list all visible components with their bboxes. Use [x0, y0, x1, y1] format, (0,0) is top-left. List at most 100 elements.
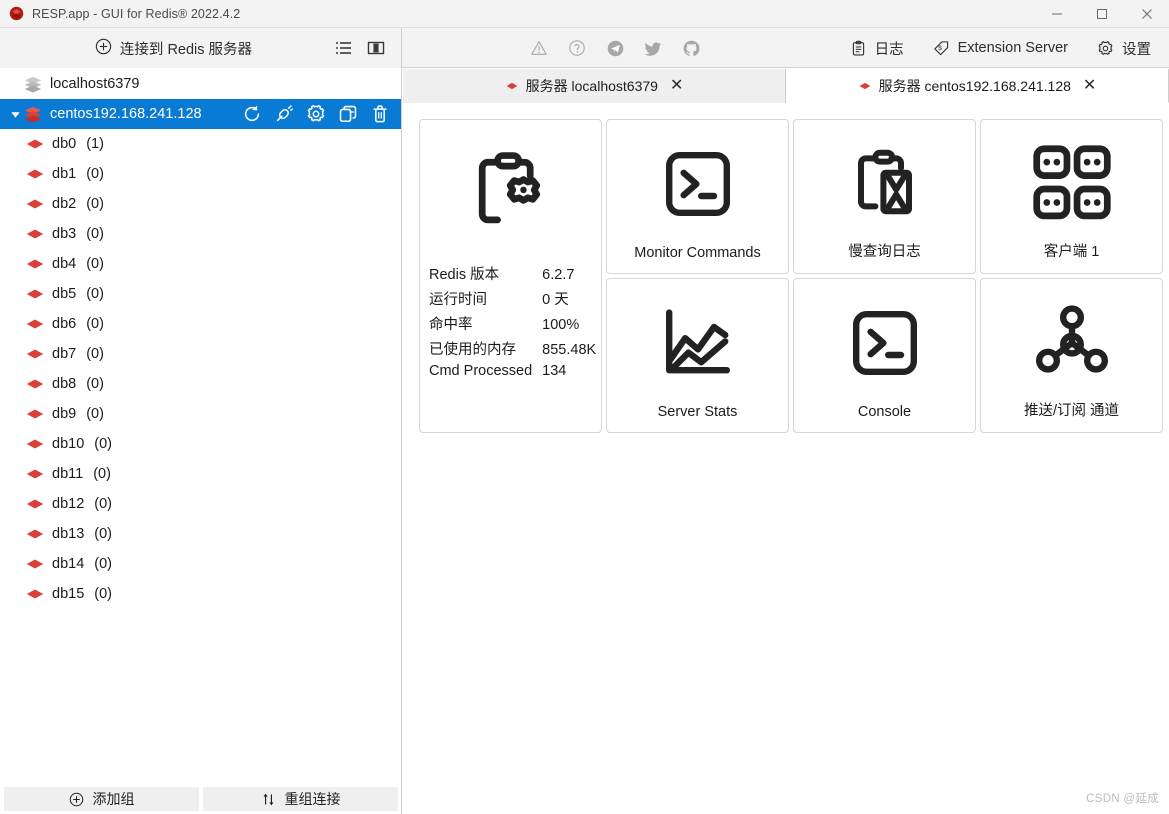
twitter-icon[interactable] — [643, 38, 663, 58]
card-monitor-commands[interactable]: Monitor Commands — [606, 119, 789, 274]
stack-red-icon — [22, 104, 44, 124]
server-tab[interactable]: 服务器 localhost6379 ✕ — [403, 69, 786, 103]
database-item[interactable]: db13 (0) — [0, 519, 401, 549]
red-diamond-icon — [22, 134, 48, 154]
server-tab[interactable]: 服务器 centos192.168.241.128✕ — [786, 69, 1169, 103]
close-button[interactable] — [1124, 0, 1169, 28]
red-diamond-icon — [22, 434, 48, 454]
toolbar-left-icons — [333, 37, 401, 59]
refresh-icon[interactable] — [241, 103, 263, 125]
server-tab-strip: 服务器 localhost6379✕服务器 centos192.168.241.… — [403, 69, 1169, 103]
database-item[interactable]: db8 (0) — [0, 369, 401, 399]
database-key-count: (0) — [86, 376, 104, 392]
database-name: db13 — [52, 526, 84, 542]
split-panel-icon[interactable] — [365, 37, 387, 59]
toolbar-left-section: 连接到 Redis 服务器 — [0, 28, 402, 68]
database-key-count: (0) — [94, 526, 112, 542]
card-label: 客户端 1 — [981, 240, 1162, 261]
database-item[interactable]: db3(0) — [0, 219, 401, 249]
database-name: db10 — [52, 436, 84, 452]
database-name: db6 — [52, 316, 76, 332]
database-name: db4 — [52, 256, 76, 272]
database-item[interactable]: db1(0) — [0, 159, 401, 189]
server-info-card[interactable]: Redis 版本6.2.7运行时间0 天命中率100%已使用的内存855.48K… — [419, 119, 602, 433]
card-clients[interactable]: 客户端 1 — [980, 119, 1163, 274]
server-tab-label: 服务器 localhost6379 — [526, 76, 658, 96]
server-info-list: Redis 版本6.2.7运行时间0 天命中率100%已使用的内存855.48K… — [420, 263, 596, 379]
card-server-stats[interactable]: Server Stats — [606, 278, 789, 433]
database-item[interactable]: db7(0) — [0, 339, 401, 369]
trash-icon[interactable] — [369, 103, 391, 125]
database-item[interactable]: db12(0) — [0, 489, 401, 519]
card-label: Console — [794, 404, 975, 420]
regroup-connections-button[interactable]: 重组连接 — [203, 787, 398, 811]
gear-icon[interactable] — [305, 103, 327, 125]
server-info-value: 134 — [542, 363, 596, 379]
connection-item-localhost[interactable]: localhost6379 — [0, 69, 401, 99]
database-item[interactable]: db14(0) — [0, 549, 401, 579]
app-window: RESP.app - GUI for Redis® 2022.4.2 — [0, 0, 1169, 814]
server-info-key: 运行时间 — [429, 288, 532, 309]
database-name: db3 — [52, 226, 76, 242]
database-name: db15 — [52, 586, 84, 602]
warning-triangle-icon[interactable] — [529, 38, 549, 58]
sidebar-bottom-bar: 添加组 重组连接 — [0, 787, 402, 814]
database-item[interactable]: db6(0) — [0, 309, 401, 339]
stack-grey-icon — [22, 74, 44, 94]
server-info-value: 0 天 — [542, 288, 596, 309]
tab-close-icon[interactable]: ✕ — [670, 78, 683, 94]
connection-item-centos[interactable]: centos192.168.241.128 — [0, 99, 401, 129]
database-item[interactable]: db0(1) — [0, 129, 401, 159]
server-info-value: 100% — [542, 317, 596, 333]
database-key-count: (0) — [94, 586, 112, 602]
extension-server-button[interactable]: $ Extension Server — [932, 39, 1068, 58]
social-icon-group — [529, 38, 701, 58]
database-item[interactable]: db9(0) — [0, 399, 401, 429]
svg-text:$: $ — [938, 44, 942, 51]
red-diamond-icon — [22, 284, 48, 304]
duplicate-icon[interactable] — [337, 103, 359, 125]
database-item[interactable]: db5(0) — [0, 279, 401, 309]
card-slow-log[interactable]: 慢查询日志 — [793, 119, 976, 274]
chevron-down-icon[interactable] — [8, 109, 22, 120]
connect-to-redis-server-button[interactable]: 连接到 Redis 服务器 — [0, 28, 333, 68]
github-icon[interactable] — [681, 38, 701, 58]
card-pubsub-channels[interactable]: 推送/订阅 通道 — [980, 278, 1163, 433]
database-key-count: (1) — [86, 136, 104, 152]
database-key-count: (0) — [93, 466, 111, 482]
card-label: Monitor Commands — [607, 245, 788, 261]
log-button-label: 日志 — [875, 38, 904, 59]
card-console[interactable]: Console — [793, 278, 976, 433]
question-circle-icon[interactable] — [567, 38, 587, 58]
connection-name-localhost: localhost6379 — [50, 76, 140, 92]
log-button[interactable]: 日志 — [849, 38, 904, 59]
database-name: db2 — [52, 196, 76, 212]
database-item[interactable]: db11(0) — [0, 459, 401, 489]
window-title: RESP.app - GUI for Redis® 2022.4.2 — [32, 7, 240, 21]
database-item[interactable]: db2(0) — [0, 189, 401, 219]
maximize-button[interactable] — [1079, 0, 1124, 28]
red-diamond-icon — [22, 314, 48, 334]
red-diamond-icon — [505, 79, 519, 93]
database-item[interactable]: db10 (0) — [0, 429, 401, 459]
minimize-button[interactable] — [1034, 0, 1079, 28]
terminal-icon — [658, 138, 738, 230]
database-item[interactable]: db15 (0) — [0, 579, 401, 609]
tab-close-icon[interactable]: ✕ — [1083, 78, 1096, 94]
database-name: db1 — [52, 166, 76, 182]
chart-line-icon — [658, 297, 738, 389]
plug-icon[interactable] — [273, 103, 295, 125]
tag-dollar-icon: $ — [932, 39, 951, 58]
server-info-key: 已使用的内存 — [429, 338, 532, 359]
telegram-icon[interactable] — [605, 38, 625, 58]
database-name: db14 — [52, 556, 84, 572]
main-content: Redis 版本6.2.7运行时间0 天命中率100%已使用的内存855.48K… — [403, 103, 1169, 814]
settings-button[interactable]: 设置 — [1096, 38, 1151, 59]
database-key-count: (0) — [94, 436, 112, 452]
add-group-button[interactable]: 添加组 — [4, 787, 199, 811]
database-name: db8 — [52, 376, 76, 392]
list-view-icon[interactable] — [333, 37, 355, 59]
red-diamond-icon — [22, 374, 48, 394]
database-item[interactable]: db4(0) — [0, 249, 401, 279]
server-info-key: 命中率 — [429, 313, 532, 334]
